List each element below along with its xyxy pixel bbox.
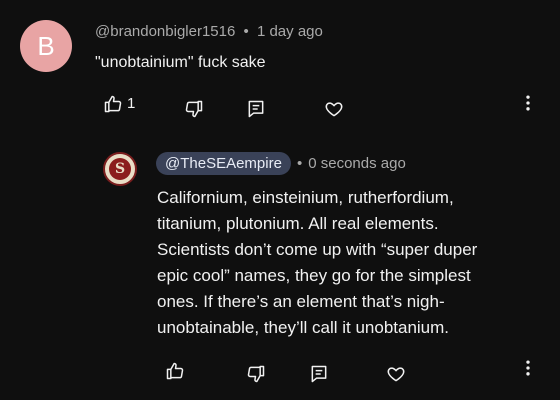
reply-more-options-button[interactable] [515,355,541,381]
reply-line: Californium, einsteinium, rutherfordium, [157,188,454,207]
reply-icon [248,100,264,118]
reply-line: titanium, plutonium. All real elements. [157,214,439,233]
comment-header: @brandonbigler1516 • 1 day ago [95,23,323,40]
reply-avatar[interactable]: S [103,152,137,186]
thumbs-down-icon [247,365,265,383]
avatar[interactable]: B [20,20,72,72]
more-vert-icon [526,95,530,111]
seal-logo: S [109,158,131,180]
avatar-letter: B [37,30,55,61]
reply-button[interactable] [243,96,269,122]
reply-header: @TheSEAempire • 0 seconds ago [156,152,406,175]
reply-dislike-button[interactable] [243,361,269,387]
heart-icon [325,102,343,117]
reply-line: ones. If there’s an element that’s nigh- [157,292,445,311]
comment-time[interactable]: 1 day ago [257,23,323,40]
reply-line: epic cool” names, they go for the simple… [157,266,471,285]
thumbs-up-icon [104,95,122,113]
reply-heart-button[interactable] [383,361,409,387]
like-button[interactable] [100,91,126,117]
seal-letter: S [114,161,126,177]
meta-separator: • [296,155,303,172]
reply-like-button[interactable] [162,358,188,384]
reply-time[interactable]: 0 seconds ago [308,155,406,172]
reply-text: Californium, einsteinium, rutherfordium,… [157,185,477,341]
reply-reply-button[interactable] [306,361,332,387]
reply-line: unobtainable, they’ll call it unobtanium… [157,318,450,337]
more-options-button[interactable] [515,90,541,116]
meta-separator: • [243,23,249,40]
thumbs-down-icon [185,100,203,118]
heart-button[interactable] [321,96,347,122]
comment-author[interactable]: @brandonbigler1516 [95,23,235,40]
reply-author-chip[interactable]: @TheSEAempire [156,152,291,175]
thumbs-up-icon [166,362,184,380]
dislike-button[interactable] [181,96,207,122]
comment-text: "unobtainium" fuck sake [95,54,266,71]
heart-icon [387,367,405,382]
reply-line: Scientists don’t come up with “super dup… [157,240,478,259]
more-vert-icon [526,360,530,376]
like-count: 1 [127,95,136,112]
reply-icon [311,365,327,383]
